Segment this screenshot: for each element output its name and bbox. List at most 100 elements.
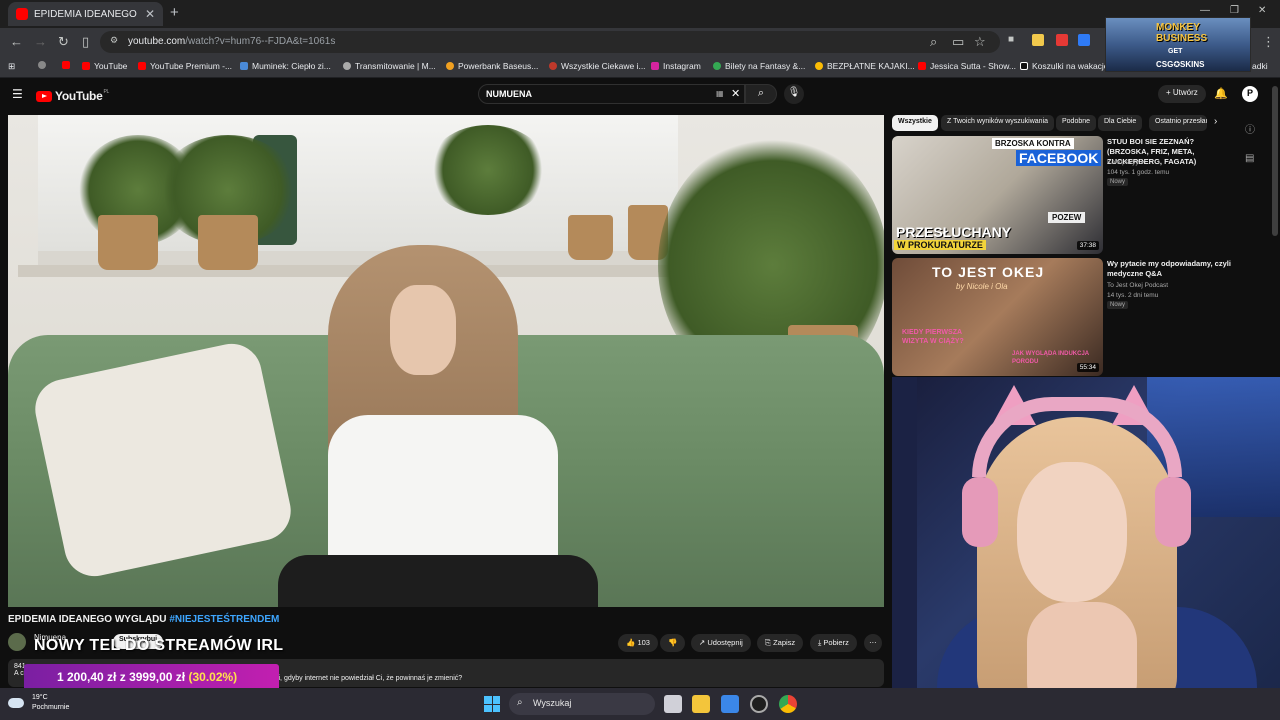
search-button[interactable]: ⌕ bbox=[745, 84, 777, 104]
close-tab-icon[interactable]: ✕ bbox=[145, 7, 155, 21]
tiktok-icon bbox=[1020, 62, 1028, 70]
store-icon[interactable] bbox=[721, 695, 739, 713]
address-bar[interactable]: ⚙ youtube.com/watch?v=hum76--FJDA&t=1061… bbox=[100, 31, 1000, 53]
bookmark-item[interactable]: Muminek: Ciepło zi... bbox=[240, 61, 331, 71]
app-icon[interactable] bbox=[750, 695, 768, 713]
browser-toolbar: ← → ↻ ▯ ⚙ youtube.com/watch?v=hum76--FJD… bbox=[0, 28, 1280, 56]
sidepanel-icon[interactable]: ▯ bbox=[82, 34, 89, 50]
back-icon[interactable]: ← bbox=[10, 34, 23, 49]
url-site: youtube.com bbox=[128, 36, 186, 47]
recommended-channel[interactable]: Konopskyy ✔ bbox=[1107, 158, 1232, 167]
bookmark-item[interactable]: Wszystkie Ciekawe i... bbox=[549, 61, 646, 71]
share-icon: ↗ bbox=[699, 638, 706, 647]
download-button[interactable]: ⤓ Pobierz bbox=[810, 634, 857, 652]
keyboard-icon[interactable]: ▦ bbox=[716, 89, 724, 98]
desc-text: A c bbox=[14, 670, 24, 677]
bookmark-star-icon[interactable]: ☆ bbox=[974, 34, 986, 50]
recommended-channel[interactable]: To Jest Okej Podcast bbox=[1107, 281, 1232, 290]
voice-search-button[interactable]: 🎙 bbox=[784, 84, 804, 104]
youtube-header: ☰ YouTube PL NUMUENA ▦ ✕ ⌕ 🎙 + Utwórz 🔔 … bbox=[0, 79, 1280, 111]
menu-kebab-icon[interactable]: ⋮ bbox=[1262, 34, 1275, 50]
weather-widget[interactable]: 19°C Pochmurnie bbox=[8, 693, 69, 713]
goal-target: z 3999,00 zł bbox=[119, 670, 186, 684]
extension-icon[interactable] bbox=[1078, 34, 1090, 46]
like-button[interactable]: 👍 103 bbox=[618, 634, 658, 652]
chip-recent[interactable]: Ostatnio przesłane bbox=[1149, 115, 1207, 131]
zoom-icon[interactable]: ⌕ bbox=[930, 34, 937, 50]
video-player[interactable] bbox=[8, 115, 884, 607]
ad-headline: MONKEY BUSINESS bbox=[1156, 22, 1208, 44]
recommended-title[interactable]: Wy pytacie my odpowiadamy, czyli medyczn… bbox=[1107, 259, 1232, 279]
notifications-bell-icon[interactable]: 🔔 bbox=[1214, 87, 1228, 100]
windows-start-icon[interactable] bbox=[484, 696, 500, 712]
ad-get: GET bbox=[1168, 48, 1183, 55]
search-icon: ⌕ bbox=[517, 697, 523, 708]
maximize-icon[interactable]: ❐ bbox=[1230, 5, 1239, 16]
hashtag-link[interactable]: #NIEJESTEŚTRENDEM bbox=[169, 614, 279, 625]
thumbs-down-icon: 👎 bbox=[668, 638, 678, 647]
chat-icon[interactable]: ▤ bbox=[1245, 153, 1254, 164]
chevron-right-icon[interactable]: › bbox=[1214, 116, 1217, 127]
bookmark-icon[interactable] bbox=[38, 61, 50, 69]
chip-from-search[interactable]: Z Twoich wyników wyszukiwania bbox=[941, 115, 1055, 131]
hamburger-menu-icon[interactable]: ☰ bbox=[12, 87, 23, 101]
bookmark-item[interactable]: Jessica Sutta - Show... bbox=[918, 61, 1016, 71]
filter-chips: Wszystkie Z Twoich wyników wyszukiwania … bbox=[892, 115, 1232, 131]
bookmark-item[interactable]: Instagram bbox=[651, 61, 701, 71]
bookmark-item[interactable]: BEZPŁATNE KAJAKI... bbox=[815, 61, 915, 71]
youtube-play-icon bbox=[36, 90, 52, 102]
create-button[interactable]: + Utwórz bbox=[1158, 85, 1206, 103]
more-actions-button[interactable]: ⋯ bbox=[864, 634, 882, 652]
video-duration: 37:38 bbox=[1076, 241, 1099, 250]
chip-all[interactable]: Wszystkie bbox=[892, 115, 938, 131]
bookmark-item[interactable]: Koszulki na wakacje bbox=[1020, 61, 1109, 71]
task-view-icon[interactable] bbox=[664, 695, 682, 713]
recommended-thumbnail-strip bbox=[892, 377, 917, 720]
site-info-icon[interactable]: ⚙ bbox=[110, 35, 118, 46]
browser-tab[interactable]: EPIDEMIA IDEANEGO WYGLĄDU ✕ bbox=[8, 2, 163, 26]
taskbar-search[interactable]: ⌕ Wyszukaj bbox=[509, 693, 655, 715]
youtube-logo[interactable]: YouTube PL bbox=[36, 89, 109, 103]
extension-icon[interactable]: ■ bbox=[1008, 34, 1014, 45]
instagram-icon bbox=[651, 62, 659, 70]
bookmark-item-more[interactable]: adki bbox=[1252, 61, 1268, 71]
search-input[interactable]: NUMUENA bbox=[478, 84, 745, 104]
bookmark-item[interactable]: Powerbank Baseus... bbox=[446, 61, 538, 71]
more-horizontal-icon: ⋯ bbox=[869, 638, 877, 647]
avatar[interactable]: P bbox=[1242, 86, 1258, 102]
scrollbar[interactable] bbox=[1272, 86, 1278, 236]
bookmark-icon bbox=[446, 62, 454, 70]
chip-similar[interactable]: Podobne bbox=[1056, 115, 1097, 131]
new-tab-icon[interactable]: + bbox=[170, 4, 179, 21]
bookmark-item[interactable]: Transmitowanie | M... bbox=[343, 61, 436, 71]
cast-icon[interactable]: ▭ bbox=[952, 34, 964, 50]
bookmark-icon[interactable] bbox=[62, 61, 74, 69]
chip-for-you[interactable]: Dla Ciebie bbox=[1098, 115, 1143, 131]
chrome-icon[interactable] bbox=[779, 695, 797, 713]
close-window-icon[interactable]: ✕ bbox=[1258, 5, 1266, 16]
url-path: /watch?v=hum76--FJDA&t=1061s bbox=[185, 36, 336, 47]
recommended-thumbnail[interactable]: BRZOSKA KONTRA FACEBOOK POZEW PRZESŁUCHA… bbox=[892, 136, 1103, 254]
minimize-icon[interactable]: — bbox=[1200, 5, 1210, 16]
bookmark-item[interactable]: Bilety na Fantasy &... bbox=[713, 61, 805, 71]
apps-grid-icon[interactable]: ⊞ bbox=[8, 61, 15, 72]
save-button[interactable]: ⎘ Zapisz bbox=[757, 634, 804, 652]
download-icon: ⤓ bbox=[818, 638, 822, 647]
video-duration: 55:34 bbox=[1076, 363, 1099, 372]
info-icon[interactable]: ⓘ bbox=[1245, 121, 1255, 136]
extension-icon[interactable] bbox=[1056, 34, 1068, 46]
clear-search-icon[interactable]: ✕ bbox=[731, 87, 740, 100]
extension-icon[interactable] bbox=[1032, 34, 1044, 46]
bookmark-item[interactable]: YouTube bbox=[82, 61, 127, 71]
forward-icon[interactable]: → bbox=[34, 34, 47, 49]
channel-avatar[interactable] bbox=[8, 633, 26, 651]
recommended-thumbnail[interactable]: TO JEST OKEJ by Nicole i Ola KIEDY PIERW… bbox=[892, 258, 1103, 376]
recommended-meta: 104 tys. 1 godz. temu bbox=[1107, 169, 1170, 176]
reload-icon[interactable]: ↻ bbox=[58, 34, 69, 50]
video-title: EPIDEMIA IDEANEGO WYGLĄDU #NIEJESTEŚTREN… bbox=[8, 614, 280, 625]
tab-title: EPIDEMIA IDEANEGO WYGLĄDU bbox=[34, 8, 139, 20]
file-explorer-icon[interactable] bbox=[692, 695, 710, 713]
bookmark-item[interactable]: YouTube Premium -... bbox=[138, 61, 232, 71]
share-button[interactable]: ↗ Udostępnij bbox=[691, 634, 751, 652]
dislike-button[interactable]: 👎 bbox=[660, 634, 686, 652]
